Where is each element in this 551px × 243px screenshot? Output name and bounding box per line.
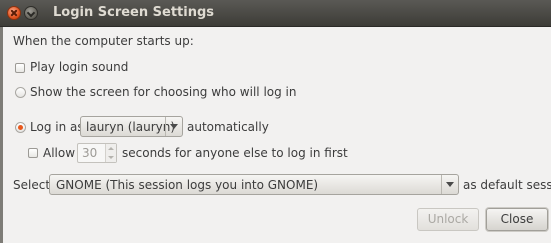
allow-suffix-label: seconds for anyone else to log in first <box>122 146 348 160</box>
allow-label[interactable]: Allow <box>43 146 75 160</box>
minimize-window-icon[interactable] <box>24 6 38 20</box>
user-select[interactable]: lauryn (lauryn) <box>80 116 183 137</box>
session-select-value: GNOME (This session logs you into GNOME) <box>56 178 319 192</box>
play-sound-label[interactable]: Play login sound <box>30 60 128 74</box>
login-as-label[interactable]: Log in as <box>30 120 84 134</box>
window-title: Login Screen Settings <box>53 5 215 20</box>
play-sound-checkbox[interactable] <box>15 63 25 73</box>
startup-heading: When the computer starts up: <box>13 34 194 48</box>
allow-checkbox[interactable] <box>28 148 38 158</box>
default-session-label: as default session <box>463 178 551 192</box>
login-as-radio[interactable] <box>15 122 26 133</box>
delay-seconds-spinner[interactable]: 30 <box>77 143 117 163</box>
close-window-icon[interactable] <box>7 6 21 20</box>
chevron-down-icon <box>441 175 458 194</box>
delay-seconds-value: 30 <box>82 146 98 160</box>
window-frame <box>0 27 3 243</box>
session-select[interactable]: GNOME (This session logs you into GNOME) <box>49 174 459 195</box>
show-chooser-label[interactable]: Show the screen for choosing who will lo… <box>30 85 296 99</box>
user-select-value: lauryn (lauryn) <box>86 120 176 134</box>
close-button[interactable]: Close <box>486 208 548 231</box>
automatically-label: automatically <box>187 120 269 134</box>
spinner-arrows-icon[interactable] <box>105 144 116 162</box>
show-chooser-radio[interactable] <box>15 87 26 98</box>
chevron-down-icon <box>165 117 182 136</box>
session-select-label: Select <box>13 178 51 192</box>
window-titlebar[interactable]: Login Screen Settings <box>0 0 551 27</box>
unlock-button[interactable]: Unlock <box>417 208 479 231</box>
